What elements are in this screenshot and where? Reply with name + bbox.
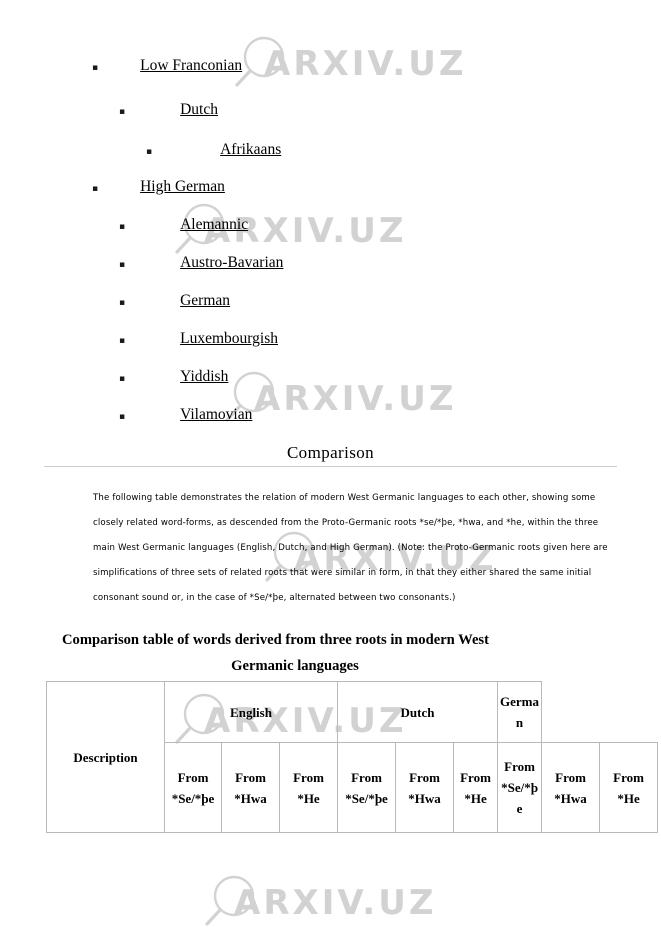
- list-item[interactable]: ▪ Dutch: [0, 102, 218, 118]
- list-item-label[interactable]: Afrikaans: [220, 142, 281, 158]
- watermark-text: ARXIV.UZ: [254, 379, 457, 419]
- list-item-label[interactable]: High German: [140, 179, 225, 195]
- square-bullet-icon: ▪: [92, 184, 99, 194]
- magnifier-icon: [198, 872, 260, 934]
- list-item-label[interactable]: Austro-Bavarian: [180, 255, 283, 271]
- square-bullet-icon: ▪: [119, 222, 126, 232]
- header-blank-cell: [600, 682, 658, 743]
- table-row-language-headers: Description English Dutch German: [46, 681, 658, 833]
- header-root-german-he: From *He: [599, 742, 659, 833]
- header-description: Description: [46, 681, 165, 833]
- square-bullet-icon: ▪: [146, 147, 153, 157]
- header-root-german-hwa: From *Hwa: [541, 742, 601, 833]
- header-root-english-hwa: From *Hwa: [221, 742, 280, 833]
- list-item-label[interactable]: German: [180, 293, 230, 309]
- list-item[interactable]: ▪ Afrikaans: [0, 142, 281, 158]
- table-caption: Comparison table of words derived from t…: [60, 627, 530, 679]
- header-blank-cell: [542, 682, 600, 743]
- header-root-dutch-hwa: From *Hwa: [395, 742, 455, 833]
- square-bullet-icon: ▪: [119, 107, 126, 117]
- list-item[interactable]: ▪ German: [0, 293, 230, 309]
- header-root-english-se: From *Se/*þe: [164, 742, 222, 833]
- list-item[interactable]: ▪ Yiddish: [0, 369, 228, 385]
- list-item-label[interactable]: Luxembourgish: [180, 331, 278, 347]
- watermark: ARXIV.UZ: [198, 872, 436, 934]
- list-item[interactable]: ▪ Luxembourgish: [0, 331, 278, 347]
- header-root-dutch-se: From *Se/*þe: [337, 742, 397, 833]
- list-item-label[interactable]: Vilamovian: [180, 407, 252, 423]
- list-item[interactable]: ▪ Low Franconian: [0, 58, 242, 74]
- list-item[interactable]: ▪ Austro-Bavarian: [0, 255, 283, 271]
- table-caption-line-1: Comparison table of words derived from t…: [62, 632, 489, 648]
- square-bullet-icon: ▪: [119, 260, 126, 270]
- list-item-label[interactable]: Alemannic: [180, 217, 248, 233]
- watermark-text: ARXIV.UZ: [264, 44, 467, 84]
- square-bullet-icon: ▪: [119, 374, 126, 384]
- header-language-german: German: [497, 681, 543, 743]
- list-item-label[interactable]: Low Franconian: [140, 58, 242, 74]
- header-root-english-he: From *He: [278, 742, 339, 833]
- comparison-section-header: Comparison: [44, 443, 617, 467]
- list-item-label[interactable]: Dutch: [180, 102, 218, 118]
- header-language-english: English: [163, 681, 339, 743]
- square-bullet-icon: ▪: [119, 298, 126, 308]
- section-divider: [44, 466, 617, 467]
- header-root-dutch-he: From *He: [453, 742, 499, 833]
- list-item[interactable]: ▪ High German: [0, 179, 225, 195]
- header-root-german-se: From *Se/*þe: [497, 742, 543, 833]
- section-title: Comparison: [286, 443, 375, 462]
- list-item[interactable]: ▪ Alemannic: [0, 217, 248, 233]
- square-bullet-icon: ▪: [119, 412, 126, 422]
- watermark: ARXIV.UZ: [218, 368, 456, 430]
- table-caption-line-2: Germanic languages: [231, 658, 359, 674]
- list-item[interactable]: ▪ Vilamovian: [0, 407, 252, 423]
- comparison-table: Description English Dutch German From *S…: [46, 681, 659, 833]
- comparison-table-container: Description English Dutch German From *S…: [46, 681, 659, 833]
- comparison-paragraph: The following table demonstrates the rel…: [93, 492, 608, 603]
- square-bullet-icon: ▪: [119, 336, 126, 346]
- square-bullet-icon: ▪: [92, 63, 99, 73]
- watermark: ARXIV.UZ: [228, 33, 466, 95]
- list-item-label[interactable]: Yiddish: [180, 369, 228, 385]
- watermark-text: ARXIV.UZ: [234, 883, 437, 923]
- header-language-dutch: Dutch: [337, 681, 499, 743]
